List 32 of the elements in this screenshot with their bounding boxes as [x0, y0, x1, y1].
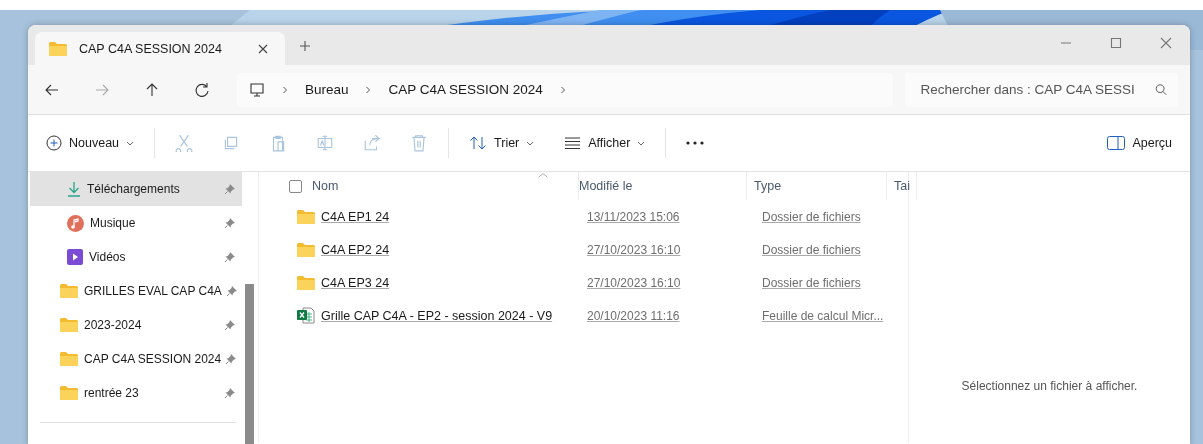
table-cell: Feuille de calcul Micr... [762, 308, 884, 323]
sidebar-item[interactable]: 2023-2024 [30, 308, 242, 342]
sidebar-item[interactable]: GRILLES EVAL CAP C4A [30, 274, 242, 308]
breadcrumb-item[interactable]: CAP C4A SESSION 2024 [388, 82, 543, 97]
new-button[interactable]: Nouveau [46, 135, 135, 151]
table-cell: Dossier de fichiers [762, 209, 861, 224]
search-field[interactable]: Rechercher dans : CAP C4A SESSI [905, 72, 1178, 107]
table-cell-text: 20/10/2023 11:16 [587, 308, 681, 323]
sort-button[interactable]: Trier [469, 135, 535, 151]
table-cell: Dossier de fichiers [762, 242, 861, 257]
file-name[interactable]: C4A EP2 24 [321, 242, 390, 257]
view-button[interactable]: Afficher [564, 136, 646, 150]
sidebar-item[interactable]: CAP C4A SESSION 2024 [30, 342, 242, 376]
sidebar-item[interactable]: rentrée 23 [30, 376, 242, 410]
file-name[interactable]: C4A EP1 24 [321, 209, 390, 224]
table-cell-text: 27/10/2023 16:10 [587, 242, 682, 257]
preview-message: Sélectionnez un fichier à afficher. [961, 379, 1138, 393]
column-header[interactable]: Type [754, 179, 782, 193]
column-header[interactable]: Nom [312, 179, 339, 193]
column-header[interactable]: Tai [894, 179, 910, 193]
preview-button[interactable]: Aperçu [1107, 136, 1172, 150]
table-cell-text: 13/11/2023 15:06 [587, 209, 681, 224]
table-cell: Dossier de fichiers [762, 275, 861, 290]
file-name[interactable]: Grille CAP C4A - EP2 - session 2024 - V9 [321, 308, 553, 323]
tab[interactable]: CAP C4A SESSION 2024 [35, 32, 285, 65]
breadcrumb-item[interactable]: Bureau [304, 82, 349, 97]
sidebar-item[interactable]: Musique [30, 206, 242, 240]
sidebar-item[interactable]: Vidéos [30, 240, 242, 274]
column-header[interactable]: Modifié le [579, 179, 633, 193]
sidebar-item[interactable]: Téléchargements [30, 172, 242, 206]
table-cell-text: 27/10/2023 16:10 [587, 275, 682, 290]
file-name[interactable]: C4A EP3 24 [321, 275, 390, 290]
